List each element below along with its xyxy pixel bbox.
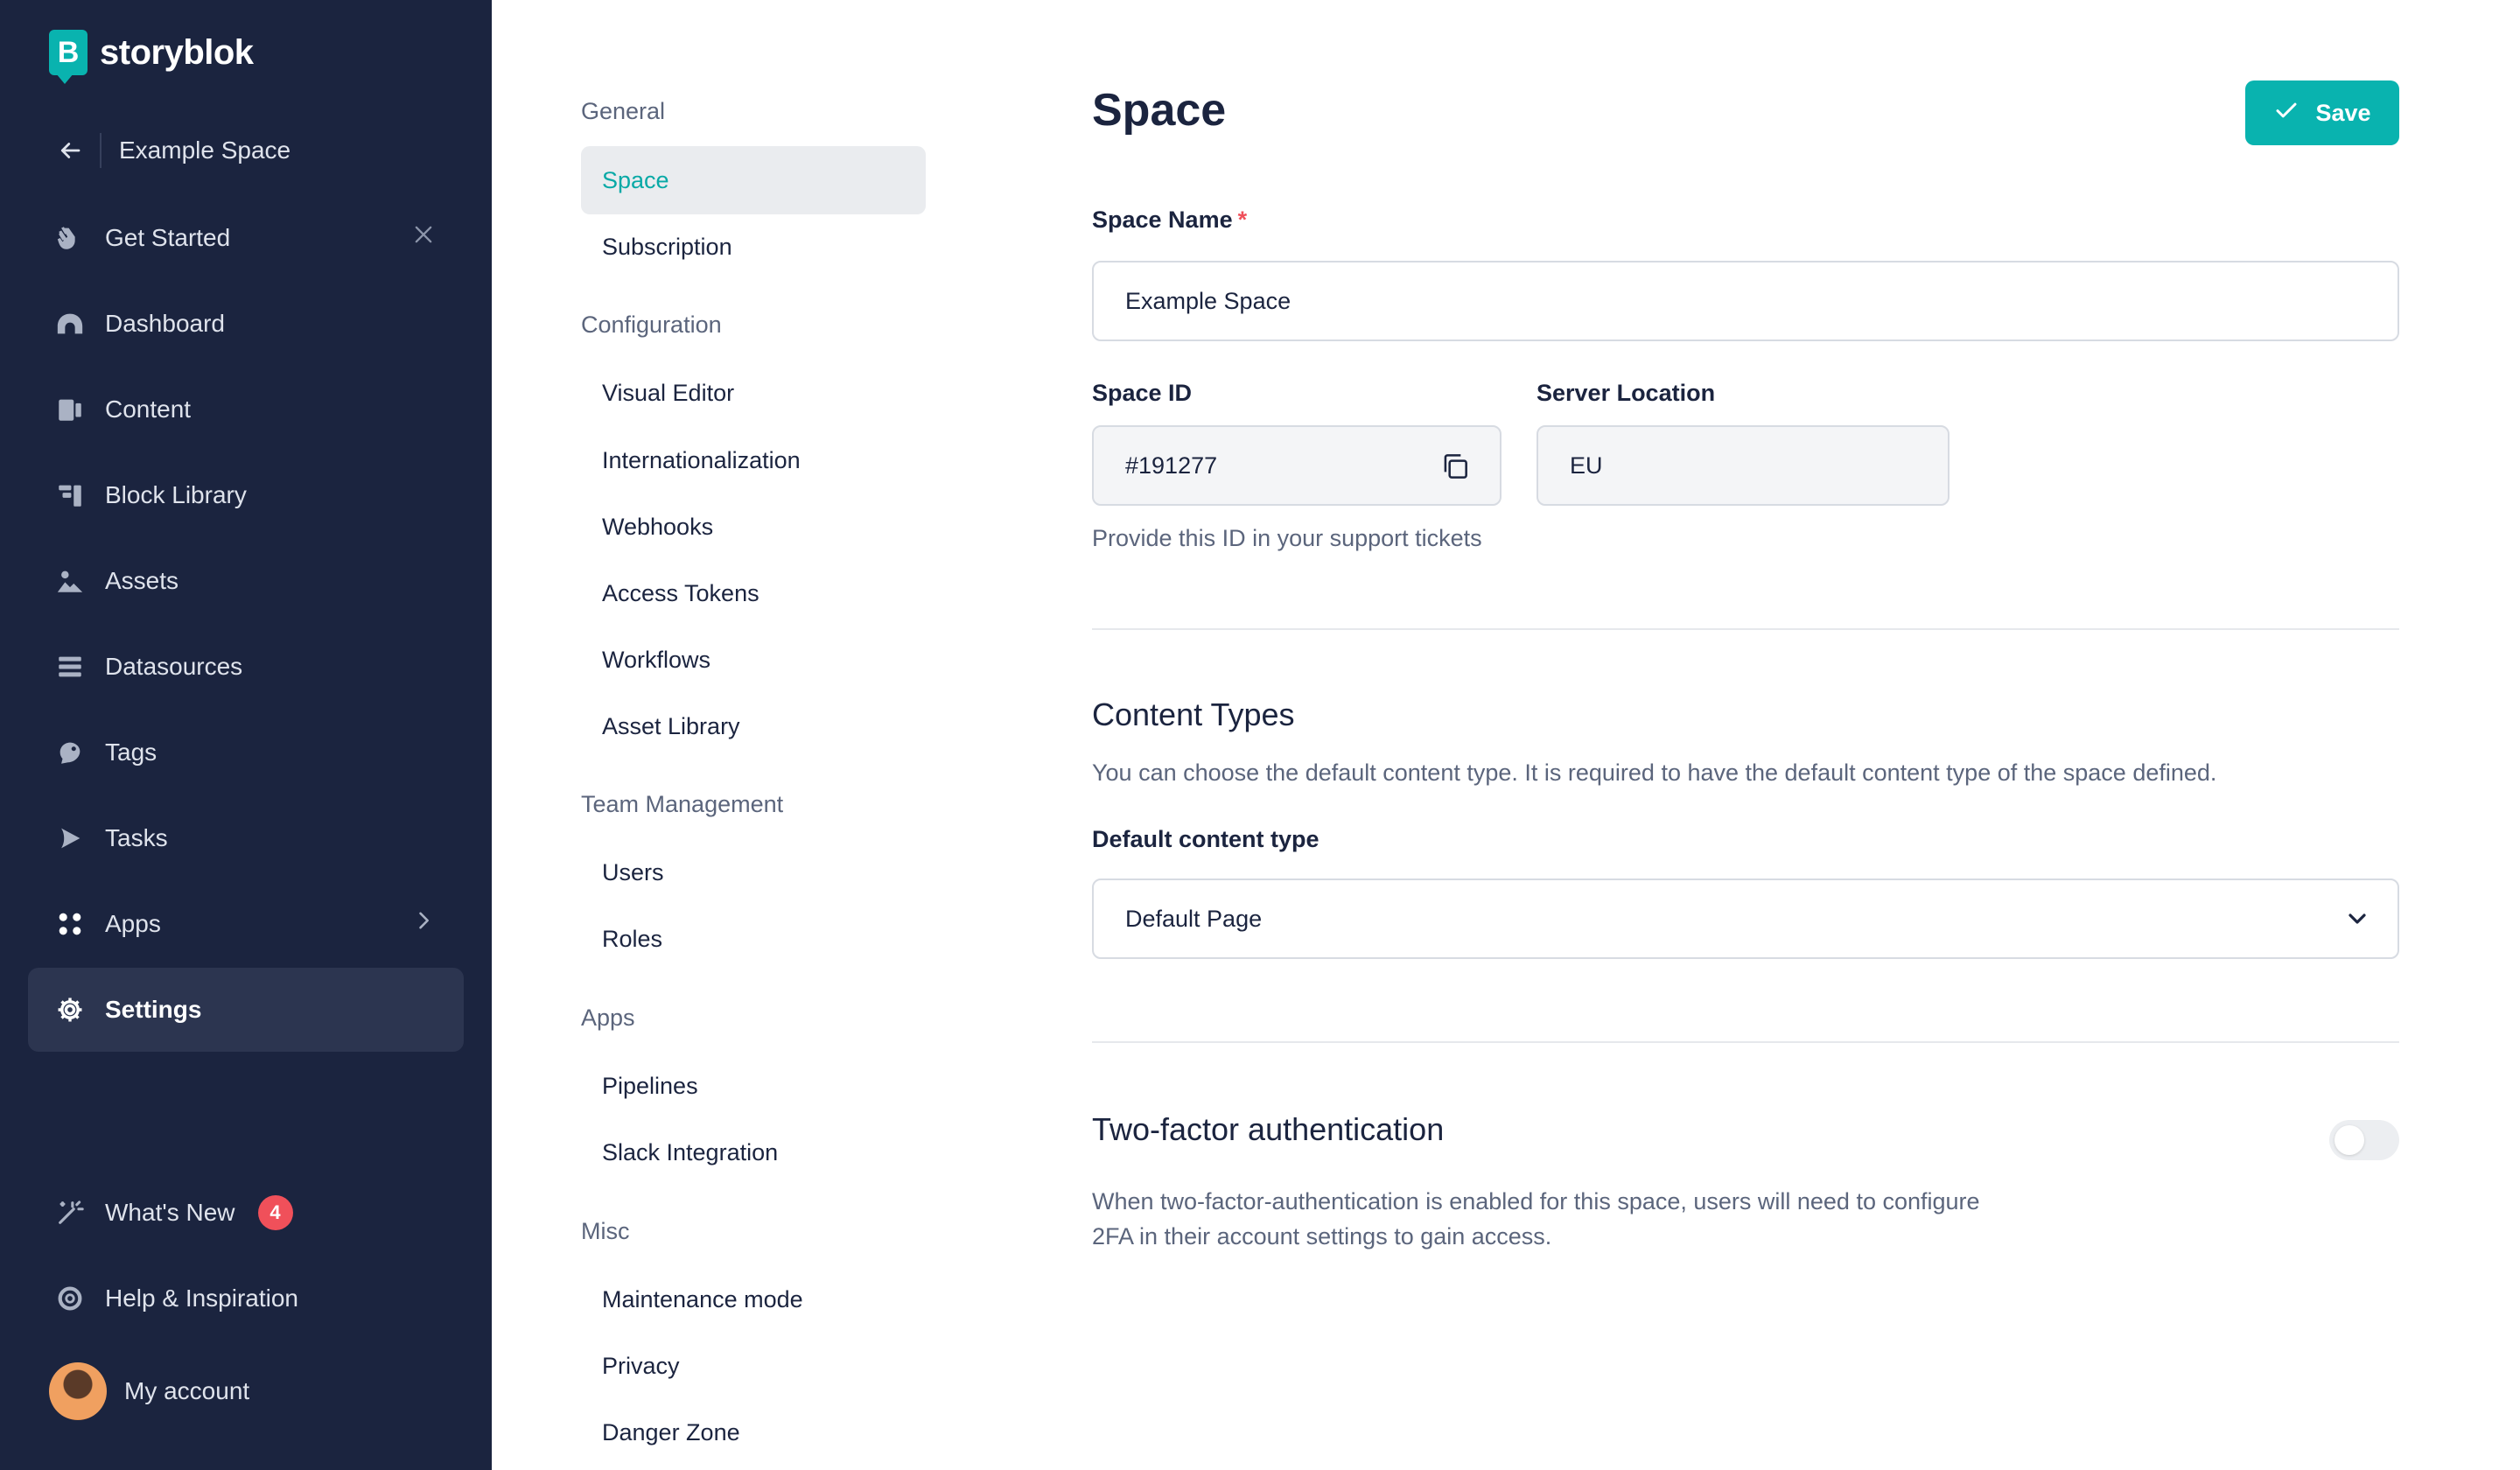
- sidebar-item-label: Get Started: [105, 224, 231, 251]
- sidebar-item-get-started[interactable]: Get Started: [28, 196, 464, 280]
- sidebar-item-label: Settings: [105, 996, 202, 1023]
- subnav-item-pipelines[interactable]: Pipelines: [581, 1052, 926, 1120]
- storyblok-logo-icon: B: [49, 30, 88, 84]
- apps-icon: [35, 909, 105, 939]
- sidebar: B storyblok Example Space Get Started Da…: [0, 0, 492, 1470]
- sidebar-item-tasks[interactable]: Tasks: [28, 796, 464, 880]
- server-location-label: Server Location: [1536, 380, 1716, 406]
- subnav-item-slack-integration[interactable]: Slack Integration: [581, 1118, 926, 1186]
- subnav-item-maintenance-mode[interactable]: Maintenance mode: [581, 1265, 926, 1334]
- subnav-item-subscription[interactable]: Subscription: [581, 213, 926, 281]
- space-name-value: Example Space: [1125, 287, 1292, 314]
- subnav-item-internationalization[interactable]: Internationalization: [581, 426, 926, 494]
- space-name-label-text: Space Name: [1092, 206, 1233, 233]
- assets-icon: [35, 566, 105, 596]
- sidebar-item-tags[interactable]: Tags: [28, 710, 464, 794]
- avatar: [49, 1362, 107, 1420]
- section-title-apps: Apps: [581, 1004, 635, 1031]
- hand-wave-icon: [35, 223, 105, 253]
- section-title-configuration: Configuration: [581, 312, 722, 338]
- divider: [100, 133, 102, 168]
- two-factor-title: Two-factor authentication: [1092, 1111, 1445, 1147]
- sidebar-item-label: Apps: [105, 910, 161, 937]
- subnav-item-danger-zone[interactable]: Danger Zone: [581, 1398, 926, 1466]
- chevron-down-icon: [2343, 905, 2371, 939]
- sidebar-item-datasources[interactable]: Datasources: [28, 625, 464, 709]
- two-factor-description-line-2: 2FA in their account settings to gain ac…: [1092, 1223, 1552, 1250]
- default-content-type-value: Default Page: [1125, 905, 1263, 932]
- subnav-item-privacy[interactable]: Privacy: [581, 1332, 926, 1400]
- sidebar-item-label: Datasources: [105, 653, 243, 680]
- save-button[interactable]: Save: [2245, 80, 2399, 145]
- help-label: Help & Inspiration: [105, 1284, 299, 1312]
- tags-icon: [35, 738, 105, 767]
- content-types-title: Content Types: [1092, 696, 1295, 732]
- space-name-label: Space Name *: [1092, 206, 1247, 234]
- default-content-type-label: Default content type: [1092, 826, 1320, 852]
- default-content-type-select[interactable]: Default Page: [1092, 878, 2399, 959]
- copy-icon[interactable]: [1438, 450, 1472, 489]
- space-id-value: #191277: [1125, 452, 1218, 479]
- close-icon[interactable]: [411, 222, 436, 254]
- magic-wand-icon: [35, 1198, 105, 1228]
- subnav-item-webhooks[interactable]: Webhooks: [581, 493, 926, 561]
- lifebuoy-icon: [35, 1284, 105, 1313]
- datasources-icon: [35, 652, 105, 682]
- arrow-left-icon: [35, 137, 105, 164]
- sidebar-item-label: Content: [105, 396, 192, 423]
- subnav-item-space[interactable]: Space: [581, 146, 926, 214]
- my-account-label: My account: [124, 1377, 250, 1404]
- chevron-right-icon: [411, 908, 436, 940]
- whats-new-button[interactable]: What's New 4: [28, 1171, 464, 1255]
- brand-name: storyblok: [100, 32, 254, 72]
- divider: [1092, 628, 2399, 630]
- tasks-icon: [35, 823, 105, 853]
- sidebar-item-label: Block Library: [105, 481, 247, 508]
- space-id-field: #191277: [1092, 425, 1502, 506]
- content-types-description: You can choose the default content type.…: [1092, 760, 2217, 786]
- server-location-field: EU: [1536, 425, 1950, 506]
- subnav-item-visual-editor[interactable]: Visual Editor: [581, 359, 926, 427]
- subnav-item-asset-library[interactable]: Asset Library: [581, 692, 926, 760]
- two-factor-toggle[interactable]: [2329, 1120, 2399, 1160]
- subnav-item-access-tokens[interactable]: Access Tokens: [581, 559, 926, 627]
- space-id-help-text: Provide this ID in your support tickets: [1092, 525, 1482, 551]
- sidebar-item-label: Tasks: [105, 824, 168, 851]
- sidebar-item-label: Assets: [105, 567, 179, 594]
- sidebar-item-settings[interactable]: Settings: [28, 968, 464, 1052]
- back-to-space-button[interactable]: Example Space: [28, 108, 464, 192]
- space-id-label: Space ID: [1092, 380, 1193, 406]
- dashboard-gauge-icon: [35, 309, 105, 339]
- storyblok-logo[interactable]: B storyblok: [49, 30, 254, 84]
- divider: [1092, 1041, 2399, 1043]
- subnav-item-users[interactable]: Users: [581, 838, 926, 906]
- help-inspiration-button[interactable]: Help & Inspiration: [28, 1256, 464, 1340]
- subnav-item-roles[interactable]: Roles: [581, 905, 926, 973]
- block-library-icon: [35, 480, 105, 510]
- subnav-item-workflows[interactable]: Workflows: [581, 626, 926, 694]
- my-account-button[interactable]: My account: [28, 1349, 464, 1433]
- page-title: Space: [1092, 85, 1227, 136]
- sidebar-item-label: Tags: [105, 738, 158, 766]
- checkmark-icon: [2273, 97, 2300, 130]
- sidebar-item-label: Dashboard: [105, 310, 225, 337]
- required-marker: *: [1237, 206, 1248, 233]
- section-title-general: General: [581, 98, 666, 124]
- notification-badge: 4: [257, 1195, 293, 1230]
- server-location-value: EU: [1570, 452, 1603, 479]
- section-title-misc: Misc: [581, 1218, 630, 1244]
- sidebar-item-apps[interactable]: Apps: [28, 882, 464, 966]
- section-title-team-management: Team Management: [581, 791, 784, 817]
- save-label: Save: [2315, 99, 2371, 126]
- two-factor-description-line-1: When two-factor-authentication is enable…: [1092, 1188, 1980, 1214]
- whats-new-label: What's New: [105, 1199, 235, 1226]
- sidebar-item-assets[interactable]: Assets: [28, 539, 464, 623]
- content-icon: [35, 395, 105, 424]
- space-name-input[interactable]: Example Space: [1092, 261, 2399, 341]
- space-name-label: Example Space: [119, 136, 291, 164]
- gear-icon: [35, 995, 105, 1025]
- sidebar-item-content[interactable]: Content: [28, 368, 464, 452]
- sidebar-item-dashboard[interactable]: Dashboard: [28, 282, 464, 366]
- sidebar-item-block-library[interactable]: Block Library: [28, 453, 464, 537]
